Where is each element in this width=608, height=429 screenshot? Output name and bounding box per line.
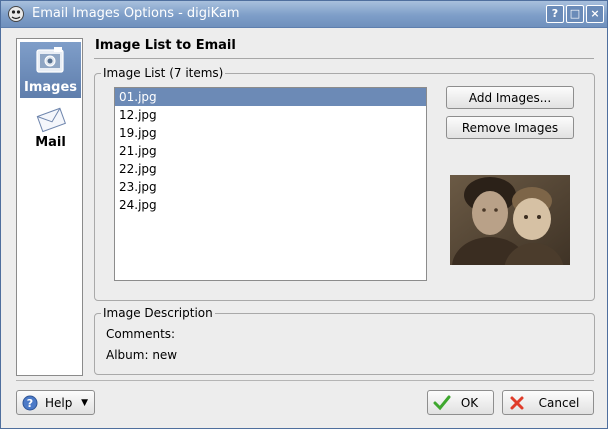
cancel-label: Cancel	[538, 396, 580, 410]
ok-button[interactable]: OK	[427, 390, 494, 415]
images-icon	[36, 47, 64, 73]
help-label: Help	[45, 396, 73, 410]
digikam-app-icon	[8, 6, 24, 22]
list-item[interactable]: 12.jpg	[115, 106, 426, 124]
check-icon	[433, 395, 451, 411]
list-item[interactable]: 24.jpg	[115, 196, 426, 214]
sidebar-item-label: Images	[23, 80, 77, 95]
dialog-window: Email Images Options - digiKam ? □ × Ima…	[0, 0, 608, 429]
list-item[interactable]: 01.jpg	[115, 88, 426, 106]
image-description-group	[94, 313, 595, 375]
sidebar: Images Mail	[16, 38, 83, 376]
chevron-down-icon: ▼	[81, 398, 88, 408]
svg-text:?: ?	[27, 397, 33, 410]
title-bar[interactable]: Email Images Options - digiKam ? □ ×	[1, 1, 607, 28]
sidebar-item-mail[interactable]: Mail	[20, 101, 81, 157]
window-title: Email Images Options - digiKam	[32, 6, 240, 21]
cancel-x-icon	[510, 396, 524, 410]
remove-images-button[interactable]: Remove Images	[446, 116, 574, 139]
image-list-group-title: Image List (7 items)	[101, 66, 226, 80]
album-label: Album: new	[106, 348, 178, 362]
cancel-button[interactable]: Cancel	[502, 390, 594, 415]
image-preview	[450, 175, 570, 265]
list-item[interactable]: 23.jpg	[115, 178, 426, 196]
footer-divider	[16, 380, 594, 381]
page-title: Image List to Email	[95, 38, 236, 53]
help-icon: ?	[22, 395, 38, 411]
list-item[interactable]: 21.jpg	[115, 142, 426, 160]
comments-label: Comments:	[106, 327, 176, 341]
context-help-button[interactable]: ?	[546, 5, 564, 23]
image-file-list[interactable]: 01.jpg 12.jpg 19.jpg 21.jpg 22.jpg 23.jp…	[114, 87, 427, 281]
sidebar-item-label: Mail	[35, 135, 66, 150]
sidebar-item-images[interactable]: Images	[20, 42, 81, 98]
help-button[interactable]: ? Help ▼	[16, 390, 95, 415]
add-images-button[interactable]: Add Images...	[446, 86, 574, 109]
image-description-group-title: Image Description	[101, 306, 215, 320]
close-button[interactable]: ×	[586, 5, 604, 23]
list-item[interactable]: 22.jpg	[115, 160, 426, 178]
ok-label: OK	[460, 396, 479, 410]
list-item[interactable]: 19.jpg	[115, 124, 426, 142]
maximize-button[interactable]: □	[566, 5, 584, 23]
header-divider	[94, 58, 594, 59]
mail-icon	[36, 107, 66, 133]
